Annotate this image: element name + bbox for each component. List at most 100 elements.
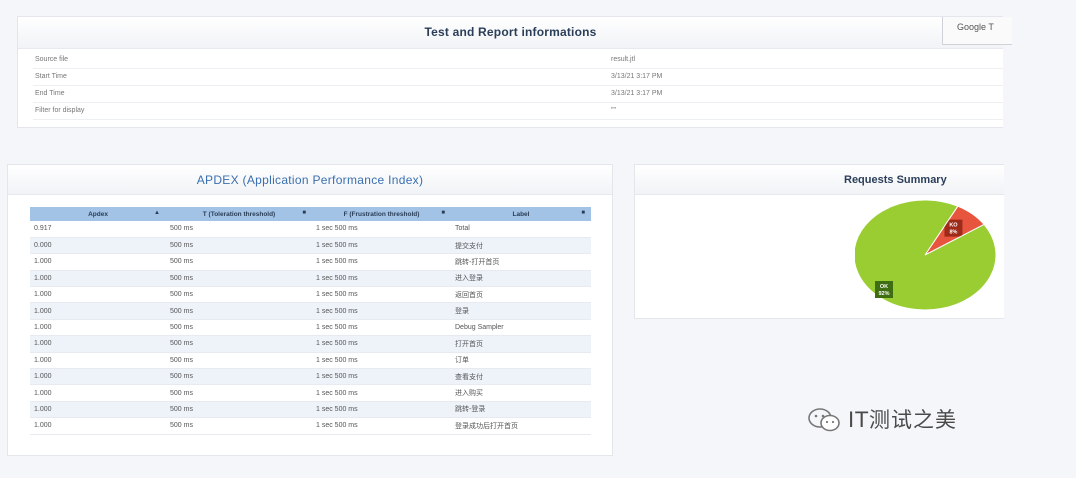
info-key: Filter for display: [35, 107, 85, 114]
frustration-cell: 1 sec 500 ms: [312, 302, 451, 320]
toleration-cell: 500 ms: [166, 221, 312, 238]
info-key: Source file: [35, 56, 69, 63]
toleration-cell: 500 ms: [166, 270, 312, 288]
column-header-label[interactable]: Label ■: [451, 207, 591, 221]
table-row: 0.917 500 ms 1 sec 500 ms Total: [30, 221, 591, 238]
label-cell: 登录成功后打开首页: [451, 417, 591, 435]
label-cell: 跳转-打开首页: [451, 253, 591, 271]
column-header-label: T (Toleration threshold): [202, 210, 276, 218]
column-header-label: Label: [512, 210, 530, 218]
table-row: 1.000 500 ms 1 sec 500 ms 打开首页: [30, 335, 591, 353]
toleration-cell: 500 ms: [166, 401, 312, 419]
toleration-cell: 500 ms: [166, 352, 312, 370]
table-row: 1.000 500 ms 1 sec 500 ms 订单: [30, 352, 591, 370]
apdex-cell: 1.000: [30, 270, 166, 288]
frustration-cell: 1 sec 500 ms: [312, 384, 451, 402]
info-key: End Time: [35, 90, 65, 97]
info-value: "": [611, 107, 616, 114]
frustration-cell: 1 sec 500 ms: [312, 237, 451, 255]
apdex-cell: 1.000: [30, 368, 166, 386]
apdex-cell: 0.917: [30, 221, 166, 238]
frustration-cell: 1 sec 500 ms: [312, 368, 451, 386]
frustration-cell: 1 sec 500 ms: [312, 352, 451, 370]
label-cell: 返回首页: [451, 286, 591, 304]
sort-icon: ■: [441, 210, 445, 216]
apdex-cell: 1.000: [30, 384, 166, 402]
apdex-cell: 1.000: [30, 401, 166, 419]
pie-label-text: OK: [880, 284, 888, 290]
frustration-cell: 1 sec 500 ms: [312, 270, 451, 288]
column-header-label: Apdex: [88, 210, 108, 218]
wechat-icon: [808, 408, 840, 432]
apdex-table-header-row: Apdex ▲ T (Toleration threshold) ■ F (Frus…: [30, 207, 591, 221]
test-report-info-panel: Test and Report informations Google T So…: [17, 16, 1012, 128]
info-value: result.jtl: [611, 56, 636, 63]
apdex-table-body: 0.917 500 ms 1 sec 500 ms Total 0.000 500 ms 1…: [30, 221, 591, 435]
frustration-cell: 1 sec 500 ms: [312, 401, 451, 419]
toleration-cell: 500 ms: [166, 286, 312, 304]
google-button[interactable]: Google T: [942, 17, 1012, 45]
toleration-cell: 500 ms: [166, 319, 312, 337]
apdex-cell: 1.000: [30, 253, 166, 271]
frustration-cell: 1 sec 500 ms: [312, 417, 451, 435]
table-row: 1.000 500 ms 1 sec 500 ms 查看支付: [30, 368, 591, 386]
toleration-cell: 500 ms: [166, 335, 312, 353]
table-row: 1.000 500 ms 1 sec 500 ms 进入购买: [30, 384, 591, 402]
label-cell: 订单: [451, 352, 591, 370]
toleration-cell: 500 ms: [166, 253, 312, 271]
toleration-cell: 500 ms: [166, 237, 312, 255]
frustration-cell: 1 sec 500 ms: [312, 319, 451, 337]
info-value: 3/13/21 3:17 PM: [611, 90, 663, 97]
frustration-cell: 1 sec 500 ms: [312, 253, 451, 271]
info-panel-title: Test and Report informations: [424, 25, 597, 39]
label-cell: 提交支付: [451, 237, 591, 255]
pie-label-text: 92%: [878, 291, 889, 297]
apdex-panel-title: APDEX (Application Performance Index): [196, 173, 424, 187]
table-row: 1.000 500 ms 1 sec 500 ms 跳转-打开首页: [30, 253, 591, 271]
table-row: 0.000 500 ms 1 sec 500 ms 提交支付: [30, 237, 591, 255]
apdex-cell: 1.000: [30, 286, 166, 304]
frustration-cell: 1 sec 500 ms: [312, 221, 451, 238]
table-row: 1.000 500 ms 1 sec 500 ms 返回首页: [30, 286, 591, 304]
info-row-start-time: Start Time 3/13/21 3:17 PM: [33, 69, 1003, 86]
apdex-cell: 1.000: [30, 352, 166, 370]
toleration-cell: 500 ms: [166, 417, 312, 435]
pie-label-text: 8%: [949, 230, 957, 236]
label-cell: 打开首页: [451, 335, 591, 353]
sort-asc-icon: ▲: [154, 210, 160, 216]
info-key: Start Time: [35, 73, 67, 80]
column-header-toleration[interactable]: T (Toleration threshold) ■: [166, 207, 312, 221]
apdex-cell: 1.000: [30, 319, 166, 337]
summary-panel-title: Requests Summary: [844, 174, 947, 186]
column-header-frustration[interactable]: F (Frustration threshold) ■: [312, 207, 451, 221]
apdex-panel: APDEX (Application Performance Index) Ap…: [7, 164, 613, 456]
label-cell: 跳转-登录: [451, 401, 591, 419]
info-row-filter: Filter for display "": [33, 103, 1003, 120]
column-header-apdex[interactable]: Apdex ▲: [30, 207, 166, 221]
info-value: 3/13/21 3:17 PM: [611, 73, 663, 80]
sort-icon: ■: [581, 210, 585, 216]
info-row-source-file: Source file result.jtl: [33, 52, 1003, 69]
table-row: 1.000 500 ms 1 sec 500 ms 登录: [30, 302, 591, 320]
apdex-cell: 0.000: [30, 237, 166, 255]
frustration-cell: 1 sec 500 ms: [312, 335, 451, 353]
requests-summary-pie-chart: KO8% OK92%: [855, 199, 997, 311]
table-row: 1.000 500 ms 1 sec 500 ms 登录成功后打开首页: [30, 417, 591, 435]
table-row: 1.000 500 ms 1 sec 500 ms 跳转-登录: [30, 401, 591, 419]
label-cell: 登录: [451, 302, 591, 320]
apdex-table: Apdex ▲ T (Toleration threshold) ■ F (Frus…: [30, 207, 591, 435]
requests-summary-panel: Requests Summary KO 8% OK 92%: [634, 164, 1004, 319]
pie-label-ok: OK92%: [875, 281, 893, 298]
label-cell: 查看支付: [451, 368, 591, 386]
watermark-text: IT测试之美: [848, 408, 958, 432]
label-cell: 进入登录: [451, 270, 591, 288]
toleration-cell: 500 ms: [166, 368, 312, 386]
table-row: 1.000 500 ms 1 sec 500 ms Debug Sampler: [30, 319, 591, 337]
sort-icon: ■: [302, 210, 306, 216]
column-header-label: F (Frustration threshold): [343, 210, 420, 218]
apdex-cell: 1.000: [30, 302, 166, 320]
apdex-cell: 1.000: [30, 335, 166, 353]
label-cell: Total: [451, 221, 591, 238]
label-cell: 进入购买: [451, 384, 591, 402]
toleration-cell: 500 ms: [166, 302, 312, 320]
